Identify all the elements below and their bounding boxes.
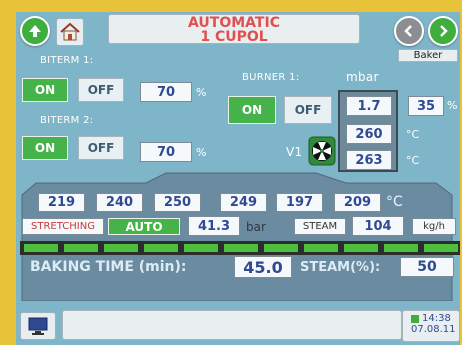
baking-time-value[interactable]: 45.0 — [234, 256, 292, 278]
zone-temp-5: 197 — [276, 193, 323, 212]
chevron-right-icon — [440, 25, 448, 37]
zone-temp-4: 249 — [220, 193, 267, 212]
stretching-pressure-unit: bar — [246, 220, 266, 234]
burner1-percent[interactable]: 35 — [408, 96, 444, 116]
biterm2-on-button[interactable]: ON — [22, 136, 68, 160]
burner1-temp-set[interactable]: 260 — [346, 124, 392, 144]
conveyor-segment — [144, 244, 178, 252]
zone-temp-1: 219 — [38, 193, 85, 212]
zone-temp-2: 240 — [96, 193, 143, 212]
conveyor-belt — [20, 241, 460, 255]
conveyor-segment — [64, 244, 98, 252]
home-icon — [60, 22, 80, 41]
steam-flow-unit: kg/h — [412, 218, 456, 235]
monitor-icon — [28, 317, 48, 335]
auto-mode-button[interactable]: AUTO — [108, 218, 180, 235]
burner1-percent-unit: % — [447, 99, 458, 112]
baking-time-label: BAKING TIME (min): — [30, 259, 187, 275]
up-arrow-icon — [29, 25, 41, 37]
biterm1-label: BITERM 1: — [40, 55, 94, 66]
conveyor-segment — [344, 244, 378, 252]
stretching-label: STRETCHING — [22, 218, 104, 235]
valve-label: V1 — [286, 145, 303, 159]
conveyor-segment — [264, 244, 298, 252]
biterm2-value[interactable]: 70 — [140, 142, 192, 162]
home-button[interactable] — [56, 18, 84, 46]
stretching-pressure: 41.3 — [188, 216, 240, 236]
up-arrow-button[interactable] — [20, 16, 50, 46]
conveyor-segment — [384, 244, 418, 252]
back-button[interactable] — [394, 16, 424, 46]
forward-button[interactable] — [428, 16, 458, 46]
status-indicator-icon — [411, 314, 419, 323]
user-label: Baker — [398, 49, 458, 62]
clock-time: 14:38 — [422, 313, 451, 324]
biterm1-value[interactable]: 70 — [140, 82, 192, 102]
biterm2-label: BITERM 2: — [40, 115, 94, 126]
conveyor-segment — [224, 244, 258, 252]
steam-percent-label: STEAM(%): — [300, 260, 381, 275]
chevron-left-icon — [404, 25, 412, 37]
biterm2-unit: % — [196, 146, 207, 159]
burner1-label: BURNER 1: — [242, 72, 300, 83]
zone-temp-unit: °C — [386, 194, 403, 210]
burner1-on-button[interactable]: ON — [228, 96, 276, 124]
conveyor-segment — [184, 244, 218, 252]
message-bar — [62, 310, 402, 340]
pressure-unit-label: mbar — [346, 70, 379, 84]
steam-flow-value: 104 — [352, 216, 404, 236]
conveyor-segment — [104, 244, 138, 252]
burner1-off-button[interactable]: OFF — [284, 96, 332, 124]
hmi-screen: AUTOMATIC 1 CUPOL Baker BITERM 1: ON OFF… — [16, 12, 460, 345]
conveyor-segment — [304, 244, 338, 252]
steam-percent-value[interactable]: 50 — [400, 257, 454, 277]
biterm1-off-button[interactable]: OFF — [78, 78, 124, 102]
conveyor-segment — [24, 244, 58, 252]
burner1-pressure: 1.7 — [346, 96, 392, 116]
biterm1-unit: % — [196, 86, 207, 99]
biterm2-off-button[interactable]: OFF — [78, 136, 124, 160]
monitor-button[interactable] — [20, 312, 56, 340]
mode-title: AUTOMATIC 1 CUPOL — [108, 14, 360, 44]
burner1-temp-set-unit: °C — [406, 128, 420, 141]
fan-icon — [308, 136, 336, 166]
biterm1-on-button[interactable]: ON — [22, 78, 68, 102]
title-line-1: AUTOMATIC — [188, 15, 280, 31]
steam-label: STEAM — [294, 218, 346, 235]
conveyor-segment — [424, 244, 458, 252]
title-line-2: 1 CUPOL — [200, 29, 268, 45]
zone-temp-3: 250 — [154, 193, 201, 212]
zone-temp-6: 209 — [334, 193, 381, 212]
clock-display: 14:38 07.08.11 — [402, 310, 460, 342]
clock-date: 07.08.11 — [411, 324, 456, 335]
burner1-temp-actual-unit: °C — [406, 154, 420, 167]
